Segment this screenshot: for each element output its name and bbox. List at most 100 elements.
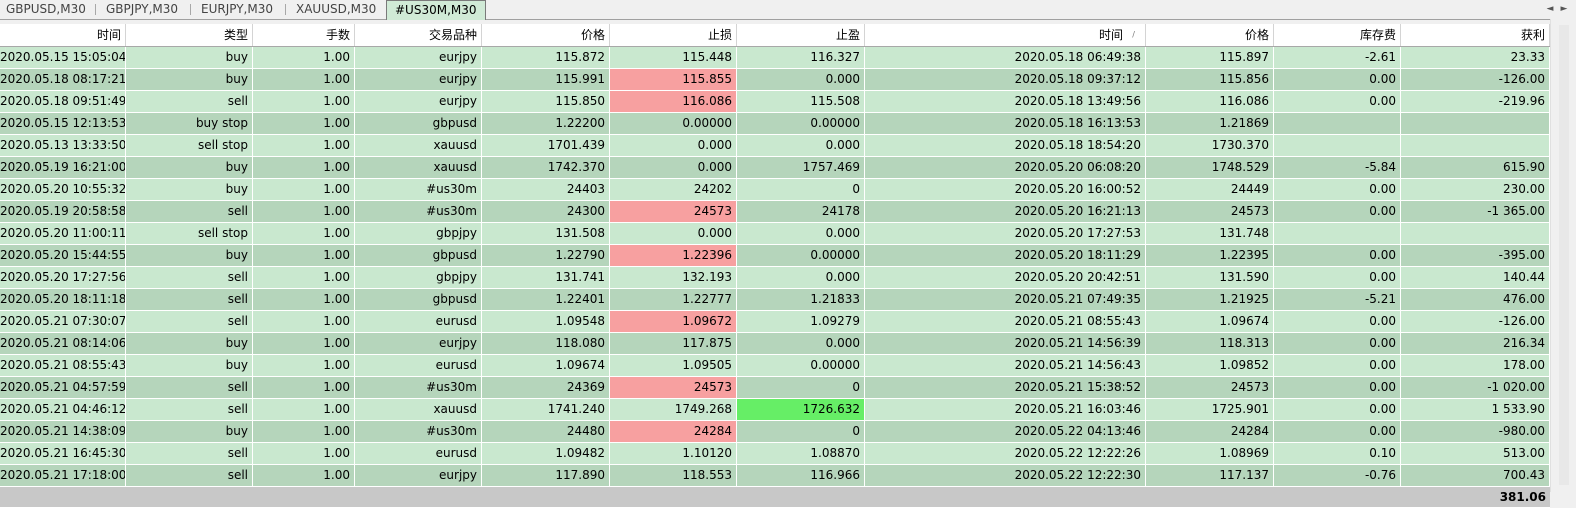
total-profit: 381.06 xyxy=(1499,490,1546,504)
cell-take-profit: 1.09279 xyxy=(737,311,865,332)
cell-swap: 0.00 xyxy=(1274,377,1401,398)
column-header-type[interactable]: 类型 xyxy=(126,24,253,46)
cell-profit xyxy=(1401,223,1550,244)
cell-symbol: eurusd xyxy=(355,443,482,464)
cell-close-price: 24449 xyxy=(1146,179,1274,200)
cell-symbol: eurjpy xyxy=(355,91,482,112)
cell-swap: -2.61 xyxy=(1274,47,1401,68)
tab-us30m-m30[interactable]: #US30M,M30 xyxy=(386,0,486,20)
scrollbar-track[interactable] xyxy=(1559,25,1569,485)
cell-profit: -1 365.00 xyxy=(1401,201,1550,222)
cell-close-price: 117.137 xyxy=(1146,465,1274,486)
cell-close-time: 2020.05.21 15:38:52 xyxy=(865,377,1146,398)
table-row[interactable]: 2020.05.21 07:30:07 sell 1.00 eurusd 1.09548… xyxy=(0,311,1550,333)
cell-lots: 1.00 xyxy=(253,267,355,288)
table-row[interactable]: 2020.05.19 20:58:58 sell 1.00 #us30m 24300 24… xyxy=(0,201,1550,223)
cell-take-profit: 116.966 xyxy=(737,465,865,486)
table-row[interactable]: 2020.05.15 15:05:04 buy 1.00 eurjpy 115.872 1… xyxy=(0,47,1550,69)
cell-symbol: gbpjpy xyxy=(355,223,482,244)
cell-type: buy xyxy=(126,179,253,200)
column-header-open-time[interactable]: 时间 xyxy=(0,24,126,46)
cell-open-time: 2020.05.20 10:55:32 xyxy=(0,179,126,200)
cell-lots: 1.00 xyxy=(253,465,355,486)
cell-type: sell xyxy=(126,201,253,222)
cell-stop-loss: 0.000 xyxy=(610,223,737,244)
cell-close-price: 131.748 xyxy=(1146,223,1274,244)
cell-type: buy xyxy=(126,333,253,354)
cell-symbol: #us30m xyxy=(355,179,482,200)
tab-gbpusd-m30[interactable]: GBPUSD,M30 xyxy=(6,0,86,18)
cell-price: 1742.370 xyxy=(482,157,610,178)
table-row[interactable]: 2020.05.15 12:13:53 buy stop 1.00 gbpusd 1.2… xyxy=(0,113,1550,135)
cell-swap: 0.00 xyxy=(1274,355,1401,376)
column-header-swap[interactable]: 库存费 xyxy=(1274,24,1401,46)
table-row[interactable]: 2020.05.21 08:55:43 buy 1.00 eurusd 1.09674 1… xyxy=(0,355,1550,377)
table-row[interactable]: 2020.05.21 04:46:12 sell 1.00 xauusd 1741.24… xyxy=(0,399,1550,421)
scroll-tabs-right-icon[interactable]: ► xyxy=(1558,1,1570,17)
cell-profit: 700.43 xyxy=(1401,465,1550,486)
column-header-close-price[interactable]: 价格 xyxy=(1146,24,1274,46)
table-row[interactable]: 2020.05.21 16:45:30 sell 1.00 eurusd 1.09482… xyxy=(0,443,1550,465)
table-row[interactable]: 2020.05.20 10:55:32 buy 1.00 #us30m 24403 242… xyxy=(0,179,1550,201)
cell-price: 1.09674 xyxy=(482,355,610,376)
tab-eurjpy-m30[interactable]: EURJPY,M30 xyxy=(201,0,273,18)
cell-stop-loss: 1.09672 xyxy=(610,311,737,332)
cell-lots: 1.00 xyxy=(253,333,355,354)
cell-symbol: gbpusd xyxy=(355,245,482,266)
cell-swap: 0.00 xyxy=(1274,179,1401,200)
cell-open-time: 2020.05.18 08:17:21 xyxy=(0,69,126,90)
table-row[interactable]: 2020.05.21 17:18:00 sell 1.00 eurjpy 117.890… xyxy=(0,465,1550,487)
table-row[interactable]: 2020.05.20 15:44:55 buy 1.00 gbpusd 1.22790 1… xyxy=(0,245,1550,267)
cell-type: buy xyxy=(126,421,253,442)
column-header-lots[interactable]: 手数 xyxy=(253,24,355,46)
cell-close-time: 2020.05.18 18:54:20 xyxy=(865,135,1146,156)
table-row[interactable]: 2020.05.20 18:11:18 sell 1.00 gbpusd 1.22401… xyxy=(0,289,1550,311)
column-header-price[interactable]: 价格 xyxy=(482,24,610,46)
table-row[interactable]: 2020.05.18 09:51:49 sell 1.00 eurjpy 115.850… xyxy=(0,91,1550,113)
column-header-take-profit[interactable]: 止盈 xyxy=(737,24,865,46)
tab-gbpjpy-m30[interactable]: GBPJPY,M30 xyxy=(106,0,178,18)
cell-price: 131.741 xyxy=(482,267,610,288)
cell-type: sell xyxy=(126,289,253,310)
table-row[interactable]: 2020.05.21 08:14:06 buy 1.00 eurjpy 118.080 1… xyxy=(0,333,1550,355)
table-row[interactable]: 2020.05.20 17:27:56 sell 1.00 gbpjpy 131.741… xyxy=(0,267,1550,289)
cell-price: 115.850 xyxy=(482,91,610,112)
vertical-scrollbar[interactable] xyxy=(1550,19,1576,492)
cell-stop-loss: 0.000 xyxy=(610,157,737,178)
cell-lots: 1.00 xyxy=(253,245,355,266)
cell-profit xyxy=(1401,113,1550,134)
column-header-close-time[interactable]: 时间 / xyxy=(865,24,1146,46)
cell-price: 118.080 xyxy=(482,333,610,354)
cell-open-time: 2020.05.20 11:00:11 xyxy=(0,223,126,244)
cell-profit: 476.00 xyxy=(1401,289,1550,310)
tab-xauusd-m30[interactable]: XAUUSD,M30 xyxy=(296,0,376,18)
cell-profit: -1 020.00 xyxy=(1401,377,1550,398)
table-row[interactable]: 2020.05.13 13:33:50 sell stop 1.00 xauusd 17… xyxy=(0,135,1550,157)
table-row[interactable]: 2020.05.21 14:38:09 buy 1.00 #us30m 24480 242… xyxy=(0,421,1550,443)
cell-symbol: #us30m xyxy=(355,201,482,222)
cell-type: sell xyxy=(126,399,253,420)
table-row[interactable]: 2020.05.18 08:17:21 buy 1.00 eurjpy 115.991 1… xyxy=(0,69,1550,91)
table-row[interactable]: 2020.05.21 04:57:59 sell 1.00 #us30m 24369 24… xyxy=(0,377,1550,399)
cell-take-profit: 1.21833 xyxy=(737,289,865,310)
column-header-profit[interactable]: 获利 xyxy=(1401,24,1550,46)
cell-price: 1701.439 xyxy=(482,135,610,156)
column-header-stop-loss[interactable]: 止损 xyxy=(610,24,737,46)
cell-open-time: 2020.05.21 17:18:00 xyxy=(0,465,126,486)
table-row[interactable]: 2020.05.20 11:00:11 sell stop 1.00 gbpjpy 13… xyxy=(0,223,1550,245)
total-row: 381.06 xyxy=(0,487,1550,508)
cell-close-time: 2020.05.18 09:37:12 xyxy=(865,69,1146,90)
cell-open-time: 2020.05.21 14:38:09 xyxy=(0,421,126,442)
cell-close-price: 115.897 xyxy=(1146,47,1274,68)
column-header-symbol[interactable]: 交易品种 xyxy=(355,24,482,46)
table-row[interactable]: 2020.05.19 16:21:00 buy 1.00 xauusd 1742.370… xyxy=(0,157,1550,179)
cell-symbol: eurjpy xyxy=(355,465,482,486)
cell-price: 24300 xyxy=(482,201,610,222)
cell-symbol: xauusd xyxy=(355,399,482,420)
scroll-tabs-left-icon[interactable]: ◄ xyxy=(1544,1,1556,17)
trade-history-table: 时间 类型 手数 交易品种 价格 止损 止盈 时间 / 价格 库存费 获利 20… xyxy=(0,24,1550,508)
cell-type: sell stop xyxy=(126,135,253,156)
cell-swap: 0.00 xyxy=(1274,267,1401,288)
cell-profit: -219.96 xyxy=(1401,91,1550,112)
cell-stop-loss: 115.448 xyxy=(610,47,737,68)
